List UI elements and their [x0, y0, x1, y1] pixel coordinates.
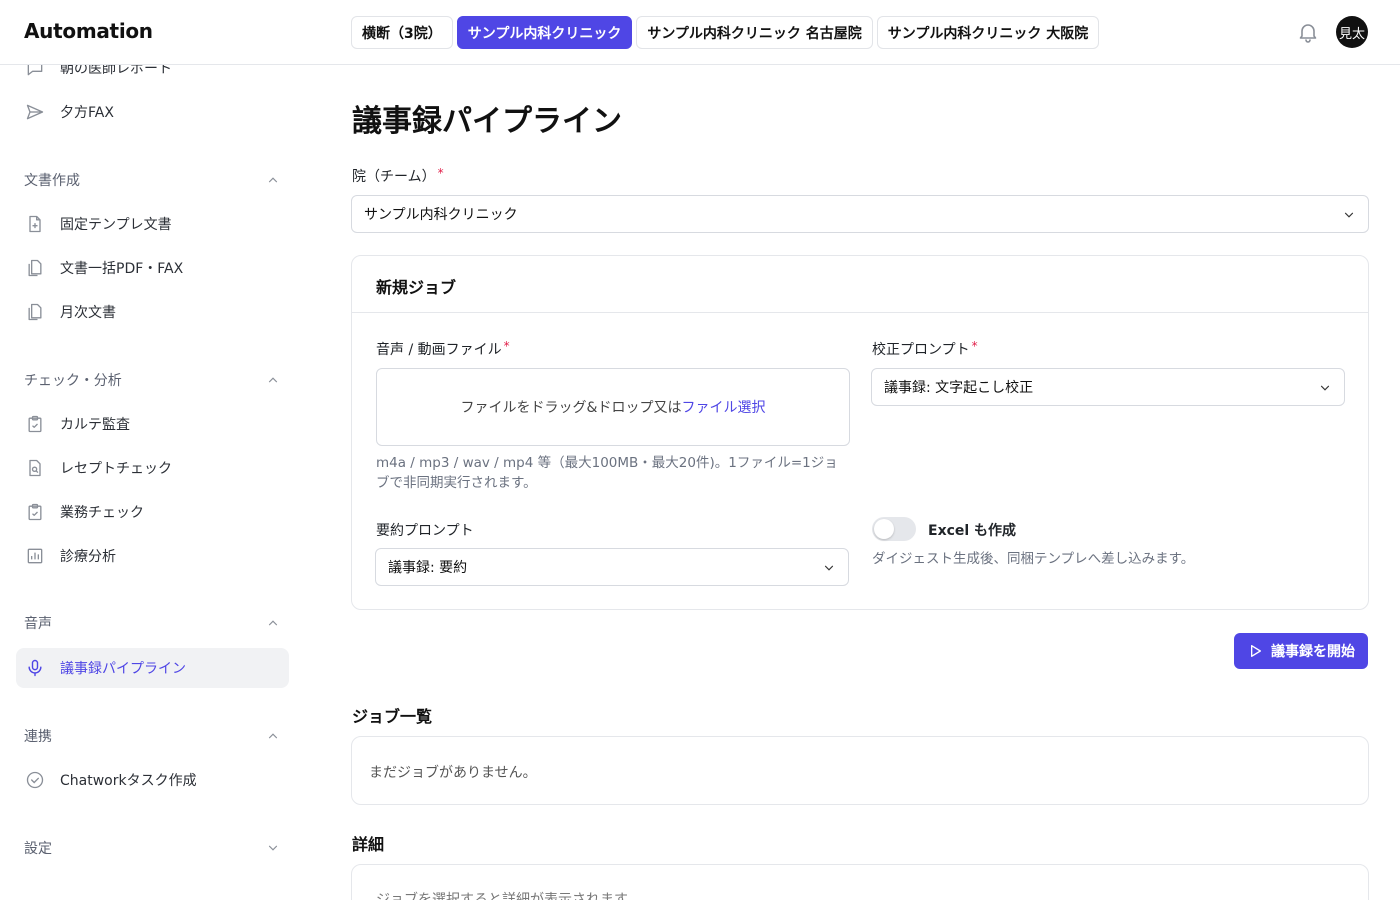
- proofread-label: 校正プロンプト *: [872, 339, 978, 359]
- send-icon: [24, 101, 46, 123]
- check-circle-icon: [24, 769, 46, 791]
- tab-sample-clinic[interactable]: サンプル内科クリニック: [456, 16, 633, 49]
- sidebar-section-audio[interactable]: 音声: [24, 613, 280, 633]
- start-minutes-button[interactable]: 議事録を開始: [1234, 633, 1368, 669]
- sidebar-section-integration[interactable]: 連携: [24, 726, 280, 746]
- required-mark: *: [971, 339, 978, 353]
- sidebar-item-label: 診療分析: [60, 549, 116, 565]
- chevron-up-icon: [268, 733, 278, 739]
- section-title: 音声: [24, 616, 52, 632]
- top-header: Automation 横断（3院） サンプル内科クリニック サンプル内科クリニッ…: [0, 0, 1400, 65]
- page-title: 議事録パイプライン: [352, 104, 622, 139]
- sidebar-item-minutes-pipeline[interactable]: 議事録パイプライン: [16, 648, 289, 688]
- start-button-label: 議事録を開始: [1271, 644, 1355, 660]
- team-select-value: サンプル内科クリニック: [364, 207, 518, 223]
- jobs-section-title: ジョブ一覧: [352, 707, 433, 726]
- sidebar-item-chart-audit[interactable]: カルテ監査: [16, 404, 289, 444]
- tab-sample-clinic-nagoya[interactable]: サンプル内科クリニック 名古屋院: [636, 16, 873, 49]
- sidebar-item-work-check[interactable]: 業務チェック: [16, 492, 289, 532]
- sidebar-item-monthly-doc[interactable]: 月次文書: [16, 292, 289, 332]
- sidebar-item-morning-report[interactable]: 朝の医師レポート: [16, 65, 289, 88]
- sidebar-item-label: 夕方FAX: [60, 105, 114, 121]
- sidebar-item-clinical-analysis[interactable]: 診療分析: [16, 536, 289, 576]
- sidebar-item-chatwork-task[interactable]: Chatworkタスク作成: [16, 760, 289, 800]
- divider: [352, 312, 1368, 313]
- sidebar-item-receipt-check[interactable]: レセプトチェック: [16, 448, 289, 488]
- section-title: 連携: [24, 729, 52, 745]
- team-select[interactable]: サンプル内科クリニック: [351, 195, 1369, 233]
- team-label: 院（チーム） *: [352, 166, 444, 186]
- file-search-icon: [24, 457, 46, 479]
- sidebar-item-bulk-pdf-fax[interactable]: 文書一括PDF・FAX: [16, 248, 289, 288]
- section-title: 文書作成: [24, 173, 80, 189]
- file-plus-icon: [24, 213, 46, 235]
- app-brand: Automation: [24, 19, 153, 43]
- required-mark: *: [503, 339, 510, 353]
- bar-chart-icon: [24, 545, 46, 567]
- sidebar-item-label: レセプトチェック: [60, 461, 172, 477]
- file-select-link[interactable]: ファイル選択: [681, 397, 765, 417]
- main-content: 議事録パイプライン 院（チーム） * サンプル内科クリニック 新規ジョブ 音声 /…: [351, 65, 1369, 900]
- card-title: 新規ジョブ: [376, 278, 457, 297]
- play-icon: [1251, 645, 1261, 657]
- excel-hint: ダイジェスト生成後、同梱テンプレへ差し込みます。: [872, 551, 1195, 567]
- toggle-knob: [874, 519, 894, 539]
- detail-card: ジョブを選択すると詳細が表示されます。: [351, 864, 1369, 900]
- excel-toggle-label: Excel も作成: [928, 523, 1017, 539]
- sidebar-section-settings[interactable]: 設定: [24, 838, 280, 858]
- summary-label: 要約プロンプト: [376, 523, 474, 539]
- summary-select-value: 議事録: 要約: [388, 560, 468, 576]
- proofread-prompt-select[interactable]: 議事録: 文字起こし校正: [871, 368, 1345, 406]
- files-icon: [24, 257, 46, 279]
- microphone-icon: [24, 657, 46, 679]
- chevron-up-icon: [268, 620, 278, 626]
- sidebar-item-label: 朝の医師レポート: [60, 65, 172, 77]
- excel-toggle[interactable]: [872, 517, 916, 541]
- sidebar-item-label: 議事録パイプライン: [60, 661, 186, 677]
- detail-placeholder: ジョブを選択すると詳細が表示されます。: [376, 892, 641, 900]
- sidebar-item-label: カルテ監査: [60, 417, 130, 433]
- file-dropzone[interactable]: ファイルをドラッグ&ドロップ又は ファイル選択: [376, 368, 850, 446]
- sidebar-item-fixed-template[interactable]: 固定テンプレ文書: [16, 204, 289, 244]
- jobs-list-card: まだジョブがありません。: [351, 736, 1369, 805]
- dropzone-text: ファイルをドラッグ&ドロップ又は: [460, 400, 682, 416]
- sidebar-item-label: 月次文書: [60, 305, 116, 321]
- section-title: 設定: [24, 841, 52, 857]
- section-title: チェック・分析: [24, 373, 122, 389]
- file-label-text: 音声 / 動画ファイル: [376, 342, 502, 358]
- sidebar-item-evening-fax[interactable]: 夕方FAX: [16, 92, 289, 132]
- chevron-up-icon: [268, 377, 278, 383]
- sidebar-section-documents[interactable]: 文書作成: [24, 170, 280, 190]
- sidebar-item-label: 業務チェック: [60, 505, 144, 521]
- proofread-select-value: 議事録: 文字起こし校正: [884, 380, 1034, 396]
- new-job-card: 新規ジョブ 音声 / 動画ファイル * ファイルをドラッグ&ドロップ又は ファイル選…: [351, 255, 1369, 610]
- sidebar-section-check-analysis[interactable]: チェック・分析: [24, 370, 280, 390]
- chevron-up-icon: [268, 177, 278, 183]
- chevron-down-icon: [1344, 212, 1354, 218]
- team-label-text: 院（チーム）: [352, 169, 436, 185]
- sidebar-item-label: Chatworkタスク作成: [60, 773, 197, 789]
- jobs-empty-text: まだジョブがありません。: [369, 765, 537, 781]
- chat-bubble-icon: [24, 65, 46, 79]
- sidebar: 朝の医師レポート 夕方FAX 文書作成 固定テンプレ文書 文書一括PDF・FAX…: [0, 65, 305, 900]
- clipboard-check-icon: [24, 413, 46, 435]
- summary-prompt-select[interactable]: 議事録: 要約: [375, 548, 849, 586]
- proofread-label-text: 校正プロンプト: [872, 342, 970, 358]
- files-icon: [24, 301, 46, 323]
- required-mark: *: [437, 166, 444, 180]
- chevron-down-icon: [1320, 385, 1330, 391]
- clipboard-check-icon: [24, 501, 46, 523]
- tab-cross-clinic[interactable]: 横断（3院）: [351, 16, 453, 49]
- chevron-down-icon: [824, 565, 834, 571]
- tab-sample-clinic-osaka[interactable]: サンプル内科クリニック 大阪院: [876, 16, 1100, 49]
- file-hint: m4a / mp3 / wav / mp4 等（最大100MB・最大20件)。1…: [376, 455, 838, 491]
- detail-section-title: 詳細: [352, 835, 385, 854]
- file-label: 音声 / 動画ファイル *: [376, 339, 510, 359]
- sidebar-item-label: 文書一括PDF・FAX: [60, 261, 184, 277]
- sidebar-item-label: 固定テンプレ文書: [60, 217, 172, 233]
- avatar[interactable]: 見太: [1336, 16, 1368, 48]
- bell-icon[interactable]: [1296, 20, 1320, 44]
- clinic-tabs: 横断（3院） サンプル内科クリニック サンプル内科クリニック 名古屋院 サンプル…: [351, 16, 1100, 49]
- chevron-down-icon: [268, 845, 278, 851]
